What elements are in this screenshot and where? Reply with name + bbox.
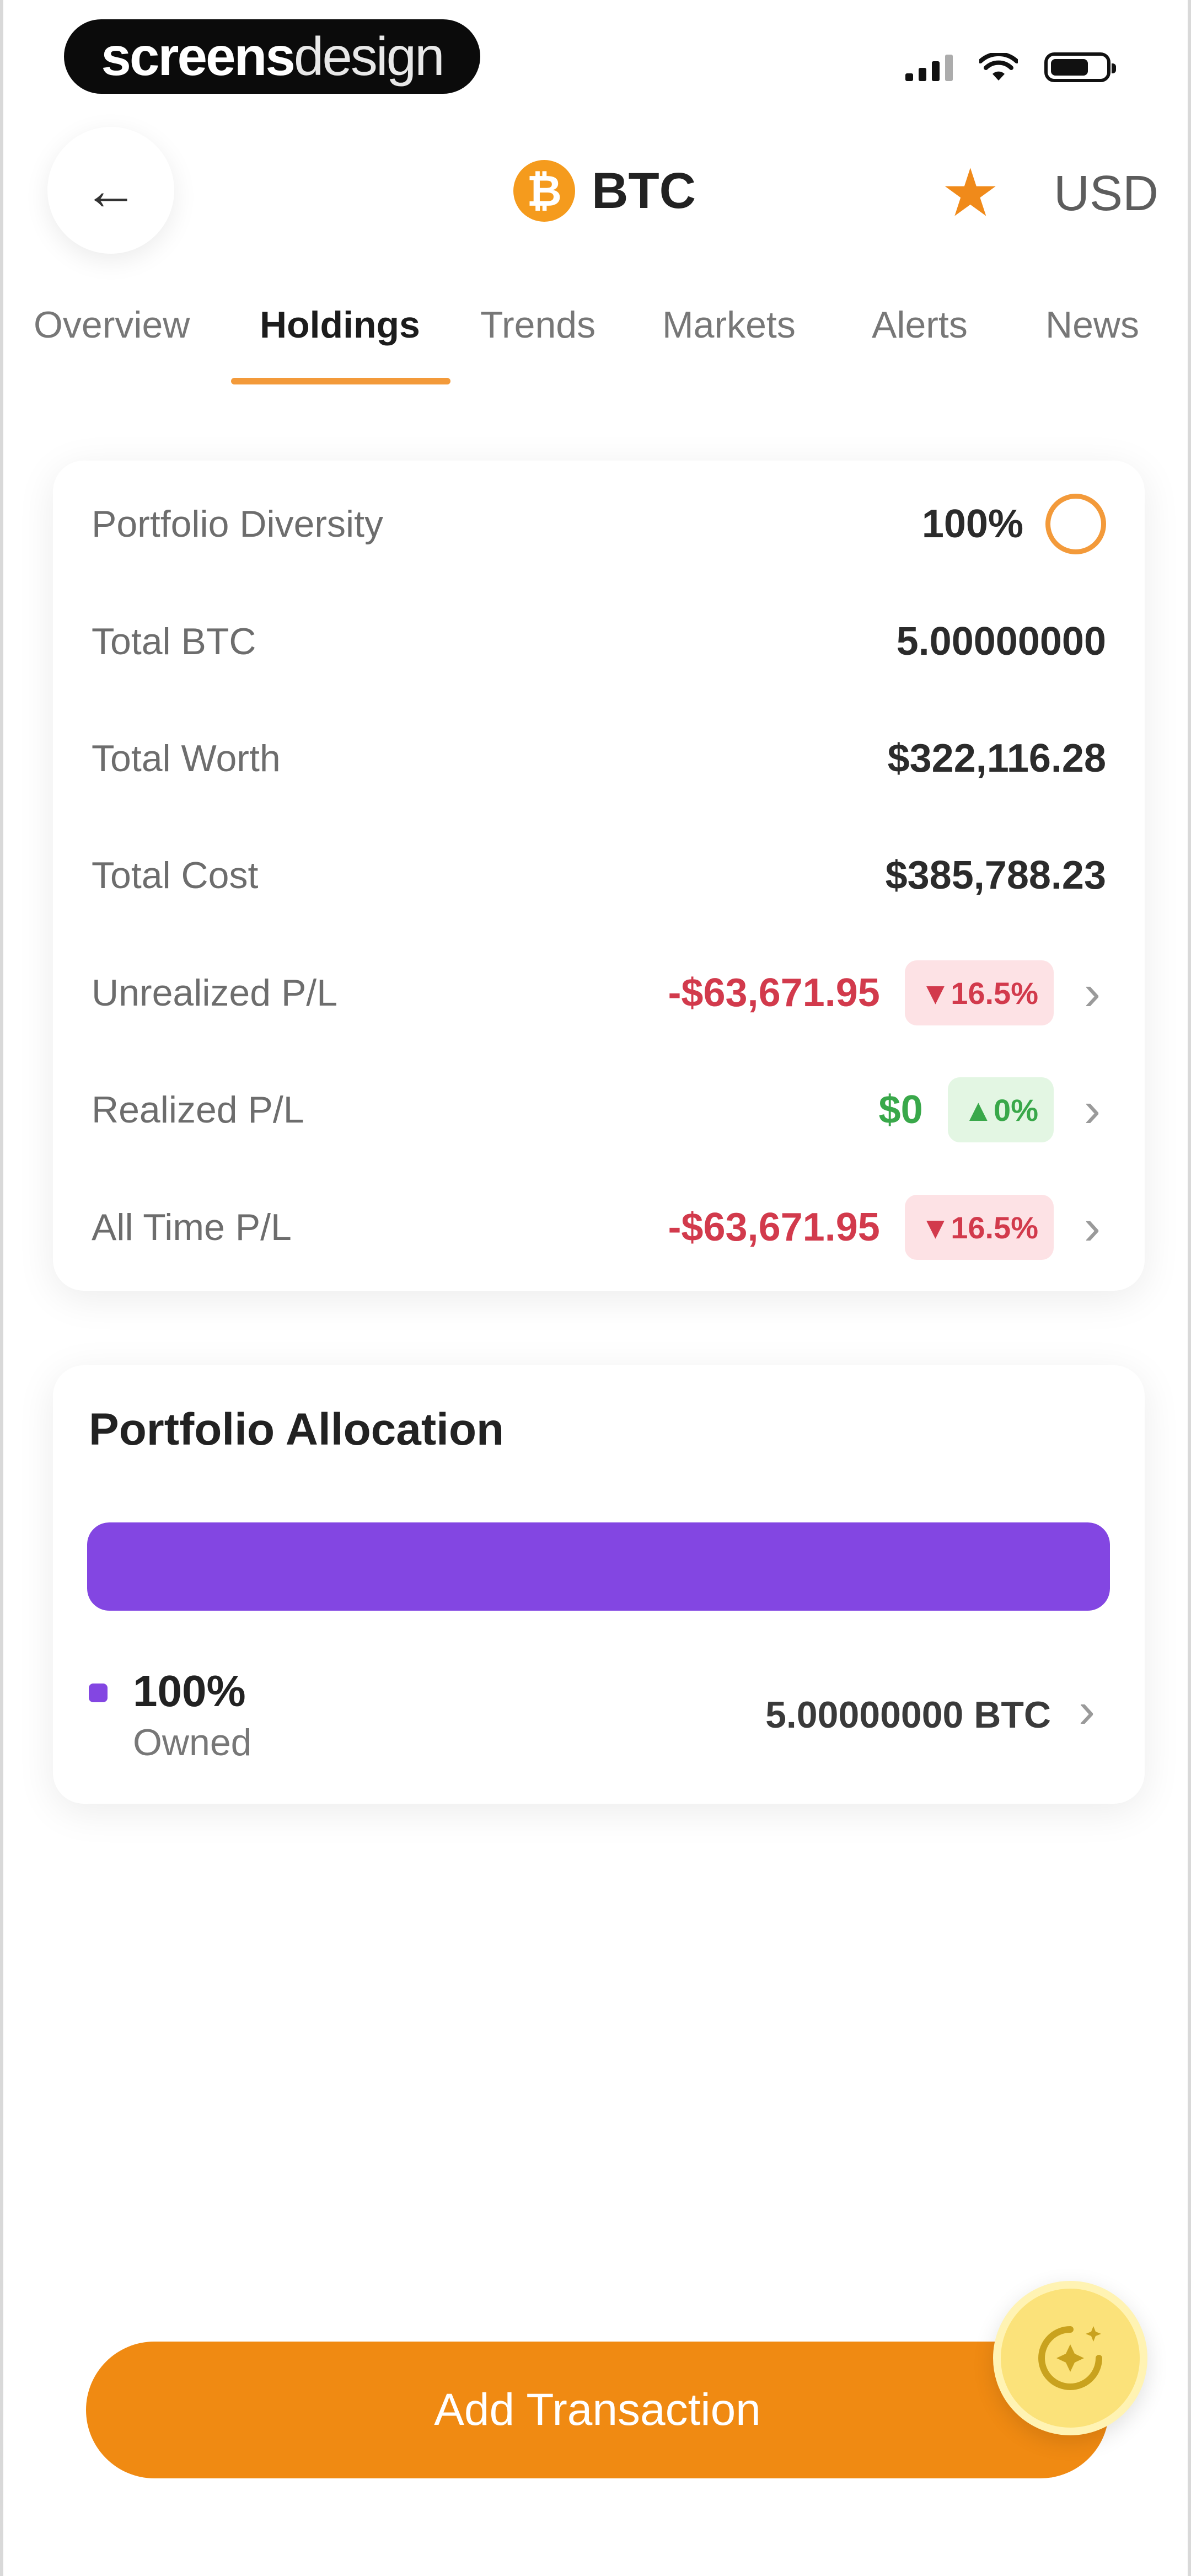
legend-color-swatch <box>89 1684 108 1702</box>
unrealized-pl-row[interactable]: Unrealized P/L -$63,671.95 ▼16.5% › <box>92 954 1106 1032</box>
row-label: Total Worth <box>92 737 281 779</box>
chevron-right-icon: › <box>1084 1199 1101 1255</box>
allocation-title: Portfolio Allocation <box>89 1404 505 1455</box>
chevron-right-icon: › <box>1079 1683 1095 1738</box>
row-label: Portfolio Diversity <box>92 503 384 545</box>
total-btc-row: Total BTC 5.00000000 <box>92 603 1106 680</box>
row-label: Total BTC <box>92 621 256 662</box>
tab-holdings[interactable]: Holdings <box>260 303 420 346</box>
diversity-ring-icon <box>1045 494 1106 554</box>
row-label: Unrealized P/L <box>92 972 338 1014</box>
legend-percent: 100% <box>133 1666 246 1715</box>
change-badge: ▲0% <box>947 1077 1054 1142</box>
legend-label: Owned <box>133 1722 252 1763</box>
all-time-pl-row[interactable]: All Time P/L -$63,671.95 ▼16.5% › <box>92 1189 1106 1266</box>
brand-logo: screens design <box>64 19 480 94</box>
portfolio-allocation-card: Portfolio Allocation 100% Owned 5.000000… <box>53 1365 1145 1804</box>
row-value: $385,788.23 <box>885 853 1106 897</box>
tab-trends[interactable]: Trends <box>480 303 596 346</box>
total-worth-row: Total Worth $322,116.28 <box>92 720 1106 797</box>
tab-bar: Overview Holdings Trends Markets Alerts … <box>3 292 1188 392</box>
total-cost-row: Total Cost $385,788.23 <box>92 837 1106 914</box>
tab-markets[interactable]: Markets <box>662 303 796 346</box>
portfolio-diversity-row: Portfolio Diversity 100% <box>92 485 1106 563</box>
brand-bold: screens <box>101 26 296 87</box>
tab-alerts[interactable]: Alerts <box>872 303 968 346</box>
favorite-star-icon[interactable]: ★ <box>941 160 1000 226</box>
allocation-bar-fill <box>87 1522 1110 1611</box>
change-badge: ▼16.5% <box>904 1195 1054 1260</box>
chevron-right-icon: › <box>1084 965 1101 1020</box>
realized-pl-row[interactable]: Realized P/L $0 ▲0% › <box>92 1071 1106 1148</box>
row-value: $322,116.28 <box>887 736 1106 781</box>
row-label: Realized P/L <box>92 1089 304 1131</box>
brand-light: design <box>293 26 445 87</box>
cellular-signal-icon <box>905 54 953 81</box>
arrow-left-icon: ← <box>83 159 138 221</box>
legend-amount: 5.00000000 BTC <box>765 1694 1051 1736</box>
row-value: -$63,671.95 <box>668 1205 880 1249</box>
row-label: Total Cost <box>92 854 259 896</box>
chevron-right-icon: › <box>1084 1082 1101 1137</box>
wifi-icon <box>979 53 1018 81</box>
change-badge: ▼16.5% <box>904 960 1054 1025</box>
row-value: 100% <box>921 502 1023 546</box>
status-bar: screens design <box>3 0 1188 116</box>
app-screen: screens design ← ₿ BTC ★ USD Overview Hol <box>0 0 1191 2576</box>
active-tab-indicator <box>231 378 450 384</box>
allocation-bar <box>87 1522 1110 1611</box>
battery-icon <box>1044 52 1116 82</box>
tab-news[interactable]: News <box>1045 303 1139 346</box>
header: ← ₿ BTC ★ USD <box>3 127 1188 259</box>
row-value: -$63,671.95 <box>668 971 880 1015</box>
status-icons <box>905 52 1116 82</box>
add-transaction-button[interactable]: Add Transaction <box>86 2342 1109 2478</box>
row-value: $0 <box>878 1088 923 1132</box>
row-label: All Time P/L <box>92 1206 292 1248</box>
allocation-legend-item[interactable]: 100% Owned 5.00000000 BTC › <box>89 1666 1106 1776</box>
bitcoin-logo-icon: ₿ <box>513 160 575 222</box>
currency-selector[interactable]: USD <box>1054 165 1158 222</box>
tab-overview[interactable]: Overview <box>34 303 190 346</box>
ai-assistant-button[interactable] <box>993 2281 1147 2435</box>
row-value: 5.00000000 <box>896 619 1106 664</box>
coin-symbol: BTC <box>592 162 696 219</box>
holdings-summary-card: Portfolio Diversity 100% Total BTC 5.000… <box>53 461 1145 1291</box>
coin-title: ₿ BTC <box>513 160 696 222</box>
sparkle-assistant-icon <box>1038 2326 1102 2390</box>
back-button[interactable]: ← <box>47 127 174 254</box>
